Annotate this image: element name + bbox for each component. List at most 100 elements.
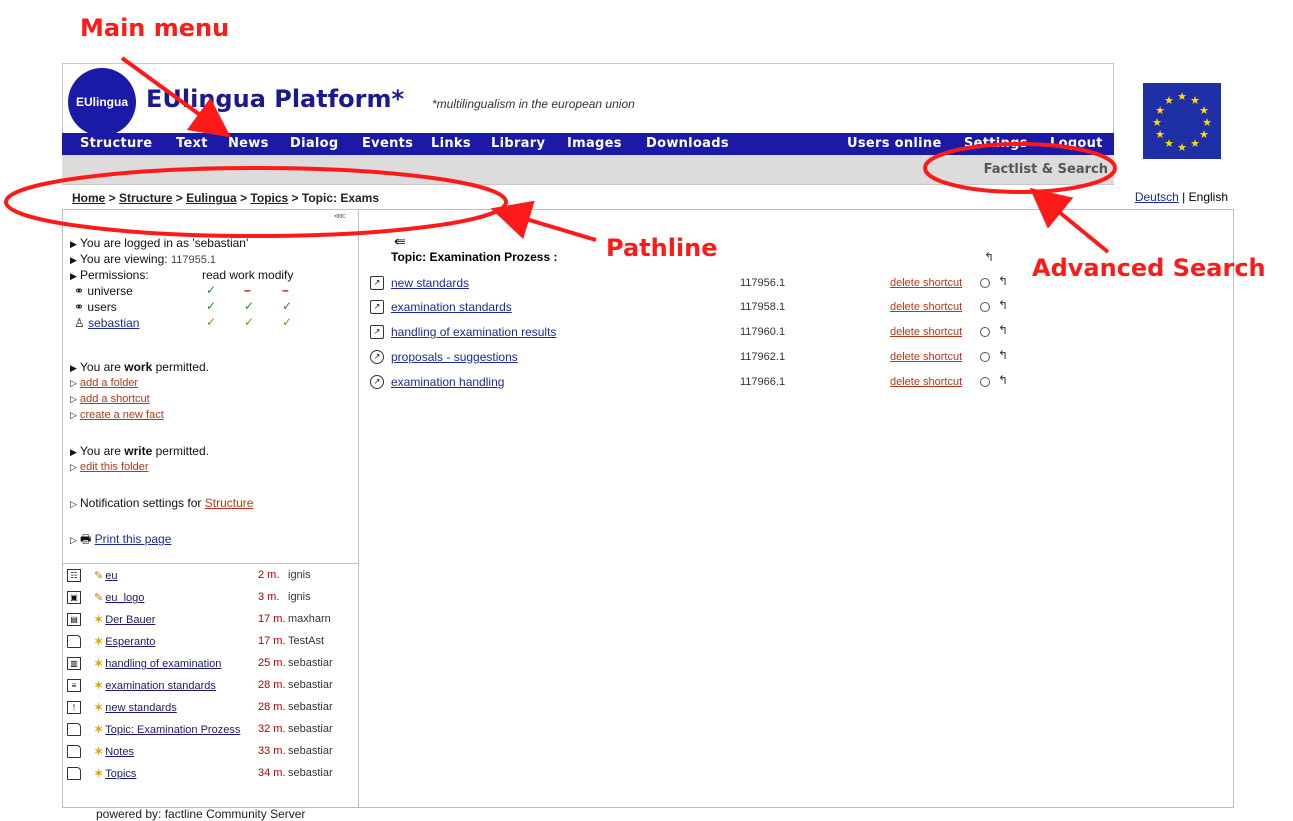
add-folder-row: ▷ add a folder [70, 377, 138, 389]
recent-time: 25 m. [258, 657, 286, 669]
recent-item-link[interactable]: Topic: Examination Prozess [105, 724, 240, 736]
fact-name: examination handling [391, 375, 504, 389]
delete-shortcut: delete shortcut [890, 376, 962, 388]
menu-item-users-online[interactable]: Users online [847, 136, 942, 151]
menu-item-settings[interactable]: Settings [964, 136, 1028, 151]
svg-text:★: ★ [1164, 94, 1174, 107]
triangle-icon: ▷ [70, 499, 77, 509]
recent-item-link[interactable]: new standards [105, 702, 177, 714]
fact-link[interactable]: examination standards [391, 300, 512, 314]
breadcrumb-sep: > [288, 191, 302, 205]
breadcrumb-topics[interactable]: Topics [250, 191, 288, 205]
print-page-link[interactable]: Print this page [95, 532, 172, 546]
recent-user: sebastiar [288, 767, 333, 779]
recent-user: ignis [288, 569, 311, 581]
add-shortcut-link[interactable]: add a shortcut [80, 393, 150, 405]
breadcrumb-home[interactable]: Home [72, 191, 105, 205]
add-folder-link[interactable]: add a folder [80, 377, 138, 389]
menu-item-library[interactable]: Library [491, 136, 545, 151]
up-arrow-icon[interactable]: ⇚ [394, 233, 406, 250]
recent-item-link[interactable]: Der Bauer [105, 614, 155, 626]
menu-item-events[interactable]: Events [362, 136, 413, 151]
write-suffix: permitted. [152, 444, 209, 458]
lang-deutsch-link[interactable]: Deutsch [1135, 190, 1179, 204]
fact-link[interactable]: examination handling [391, 375, 504, 389]
select-radio[interactable] [980, 278, 990, 288]
menu-item-logout[interactable]: Logout [1050, 136, 1103, 151]
recent-item: ✶ Notes [94, 745, 134, 758]
star-icon: ✶ [94, 724, 104, 736]
back-icon[interactable]: ↰ [998, 373, 1008, 387]
recent-item-link[interactable]: examination standards [105, 680, 216, 692]
breadcrumb-sep: > [105, 191, 120, 205]
back-icon[interactable]: ↰ [998, 274, 1008, 288]
delete-shortcut: delete shortcut [890, 351, 962, 363]
delete-shortcut-link[interactable]: delete shortcut [890, 326, 962, 338]
list-item: ▥ ✶ handling of examination 25 m. sebasti… [62, 655, 358, 677]
shortcut-icon: ↗ [370, 375, 384, 389]
menu-item-news[interactable]: News [228, 136, 269, 151]
back-icon[interactable]: ↰ [998, 298, 1008, 312]
breadcrumb-structure[interactable]: Structure [119, 191, 172, 205]
recent-item-link[interactable]: handling of examination [105, 658, 221, 670]
sub-bar: Factlist & Search [62, 155, 1114, 185]
menu-item-links[interactable]: Links [431, 136, 471, 151]
select-radio[interactable] [980, 302, 990, 312]
recent-item-link[interactable]: Esperanto [105, 636, 155, 648]
breadcrumb-eulingua[interactable]: Eulingua [186, 191, 237, 205]
column-divider [358, 210, 359, 808]
svg-text:★: ★ [1177, 90, 1187, 103]
viewing-info: ▶ You are viewing: 117955.1 [70, 252, 216, 266]
back-icon[interactable]: ↰ [984, 250, 994, 264]
menu-item-downloads[interactable]: Downloads [646, 136, 729, 151]
select-radio[interactable] [980, 377, 990, 387]
fact-link[interactable]: proposals - suggestions [391, 350, 518, 364]
advanced-search-annotation: Advanced Search [1032, 254, 1266, 282]
delete-shortcut-link[interactable]: delete shortcut [890, 301, 962, 313]
select-radio[interactable] [980, 352, 990, 362]
delete-shortcut-link[interactable]: delete shortcut [890, 351, 962, 363]
star-icon: ✶ [94, 680, 104, 692]
fact-link[interactable]: new standards [391, 276, 469, 290]
triangle-icon: ▷ [70, 535, 77, 545]
delete-shortcut-link[interactable]: delete shortcut [890, 376, 962, 388]
fact-link[interactable]: handling of examination results [391, 325, 556, 339]
recent-item-link[interactable]: Topics [105, 768, 136, 780]
recent-item-link[interactable]: eu [105, 570, 117, 582]
notification-settings: ▷ Notification settings for Structure [70, 496, 253, 510]
language-switch: Deutsch | English [1135, 190, 1228, 204]
recent-time: 2 m. [258, 569, 280, 581]
print-page-row: ▷ 🖶 Print this page [70, 530, 171, 551]
collapse-sidebar-icon[interactable]: <<< [334, 211, 346, 221]
triangle-icon: ▶ [70, 239, 77, 249]
recent-item: ✶ new standards [94, 701, 177, 714]
edit-folder-link[interactable]: edit this folder [80, 461, 148, 473]
select-radio[interactable] [980, 327, 990, 337]
menu-item-images[interactable]: Images [567, 136, 622, 151]
recent-item-link[interactable]: Notes [105, 746, 134, 758]
menu-item-structure[interactable]: Structure [80, 136, 152, 151]
notification-structure-link[interactable]: Structure [205, 496, 254, 510]
group-icon: ⚭ [74, 284, 85, 298]
breadcrumb-sep: > [236, 191, 251, 205]
list-item: ✶ Topic: Examination Prozess 32 m. sebast… [62, 721, 358, 743]
factlist-search-link[interactable]: Factlist & Search [984, 162, 1108, 177]
eulingua-logo[interactable]: EUlingua [68, 68, 136, 136]
create-fact-link[interactable]: create a new fact [80, 409, 164, 421]
delete-shortcut-link[interactable]: delete shortcut [890, 277, 962, 289]
image-icon: ▣ [67, 591, 81, 604]
recent-item-link[interactable]: eu_logo [105, 592, 144, 604]
menu-item-text[interactable]: Text [176, 136, 208, 151]
recent-activity-list: ☷ ✎ eu 2 m. ignis ▣ ✎ eu_logo 3 m. ignis ▤… [62, 563, 358, 808]
triangle-icon: ▷ [70, 394, 77, 404]
svg-text:★: ★ [1152, 116, 1162, 129]
check-icon: ✓ [282, 299, 293, 313]
user-link-sebastian[interactable]: sebastian [88, 316, 139, 330]
back-icon[interactable]: ↰ [998, 348, 1008, 362]
work-permitted: ▶ You are work permitted. [70, 360, 209, 374]
group-icon: ⚭ [74, 300, 85, 314]
table-row: ↗ examination handling 117966.1 delete s… [370, 373, 1020, 396]
menu-item-dialog[interactable]: Dialog [290, 136, 339, 151]
delete-shortcut: delete shortcut [890, 326, 962, 338]
back-icon[interactable]: ↰ [998, 323, 1008, 337]
